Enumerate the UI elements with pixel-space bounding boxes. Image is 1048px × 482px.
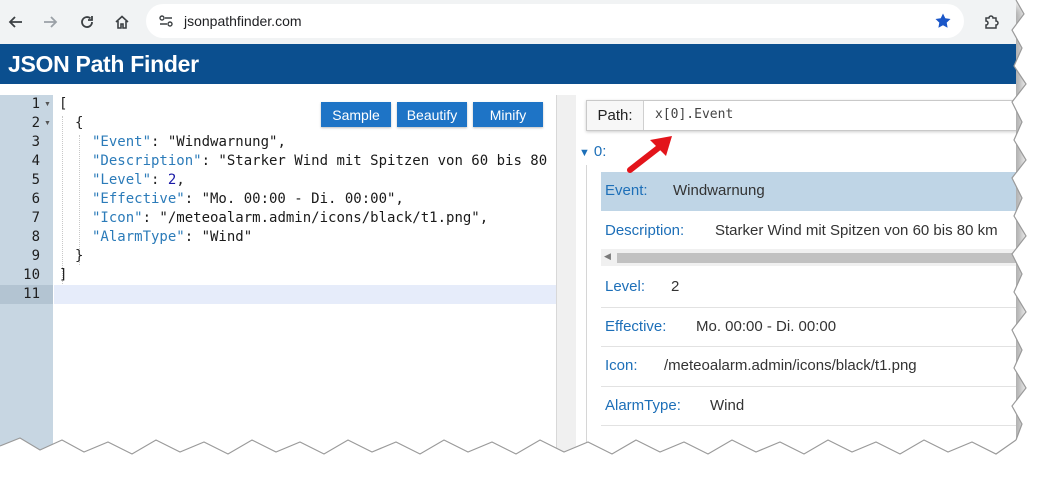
torn-edge-frame [0, 0, 1048, 482]
